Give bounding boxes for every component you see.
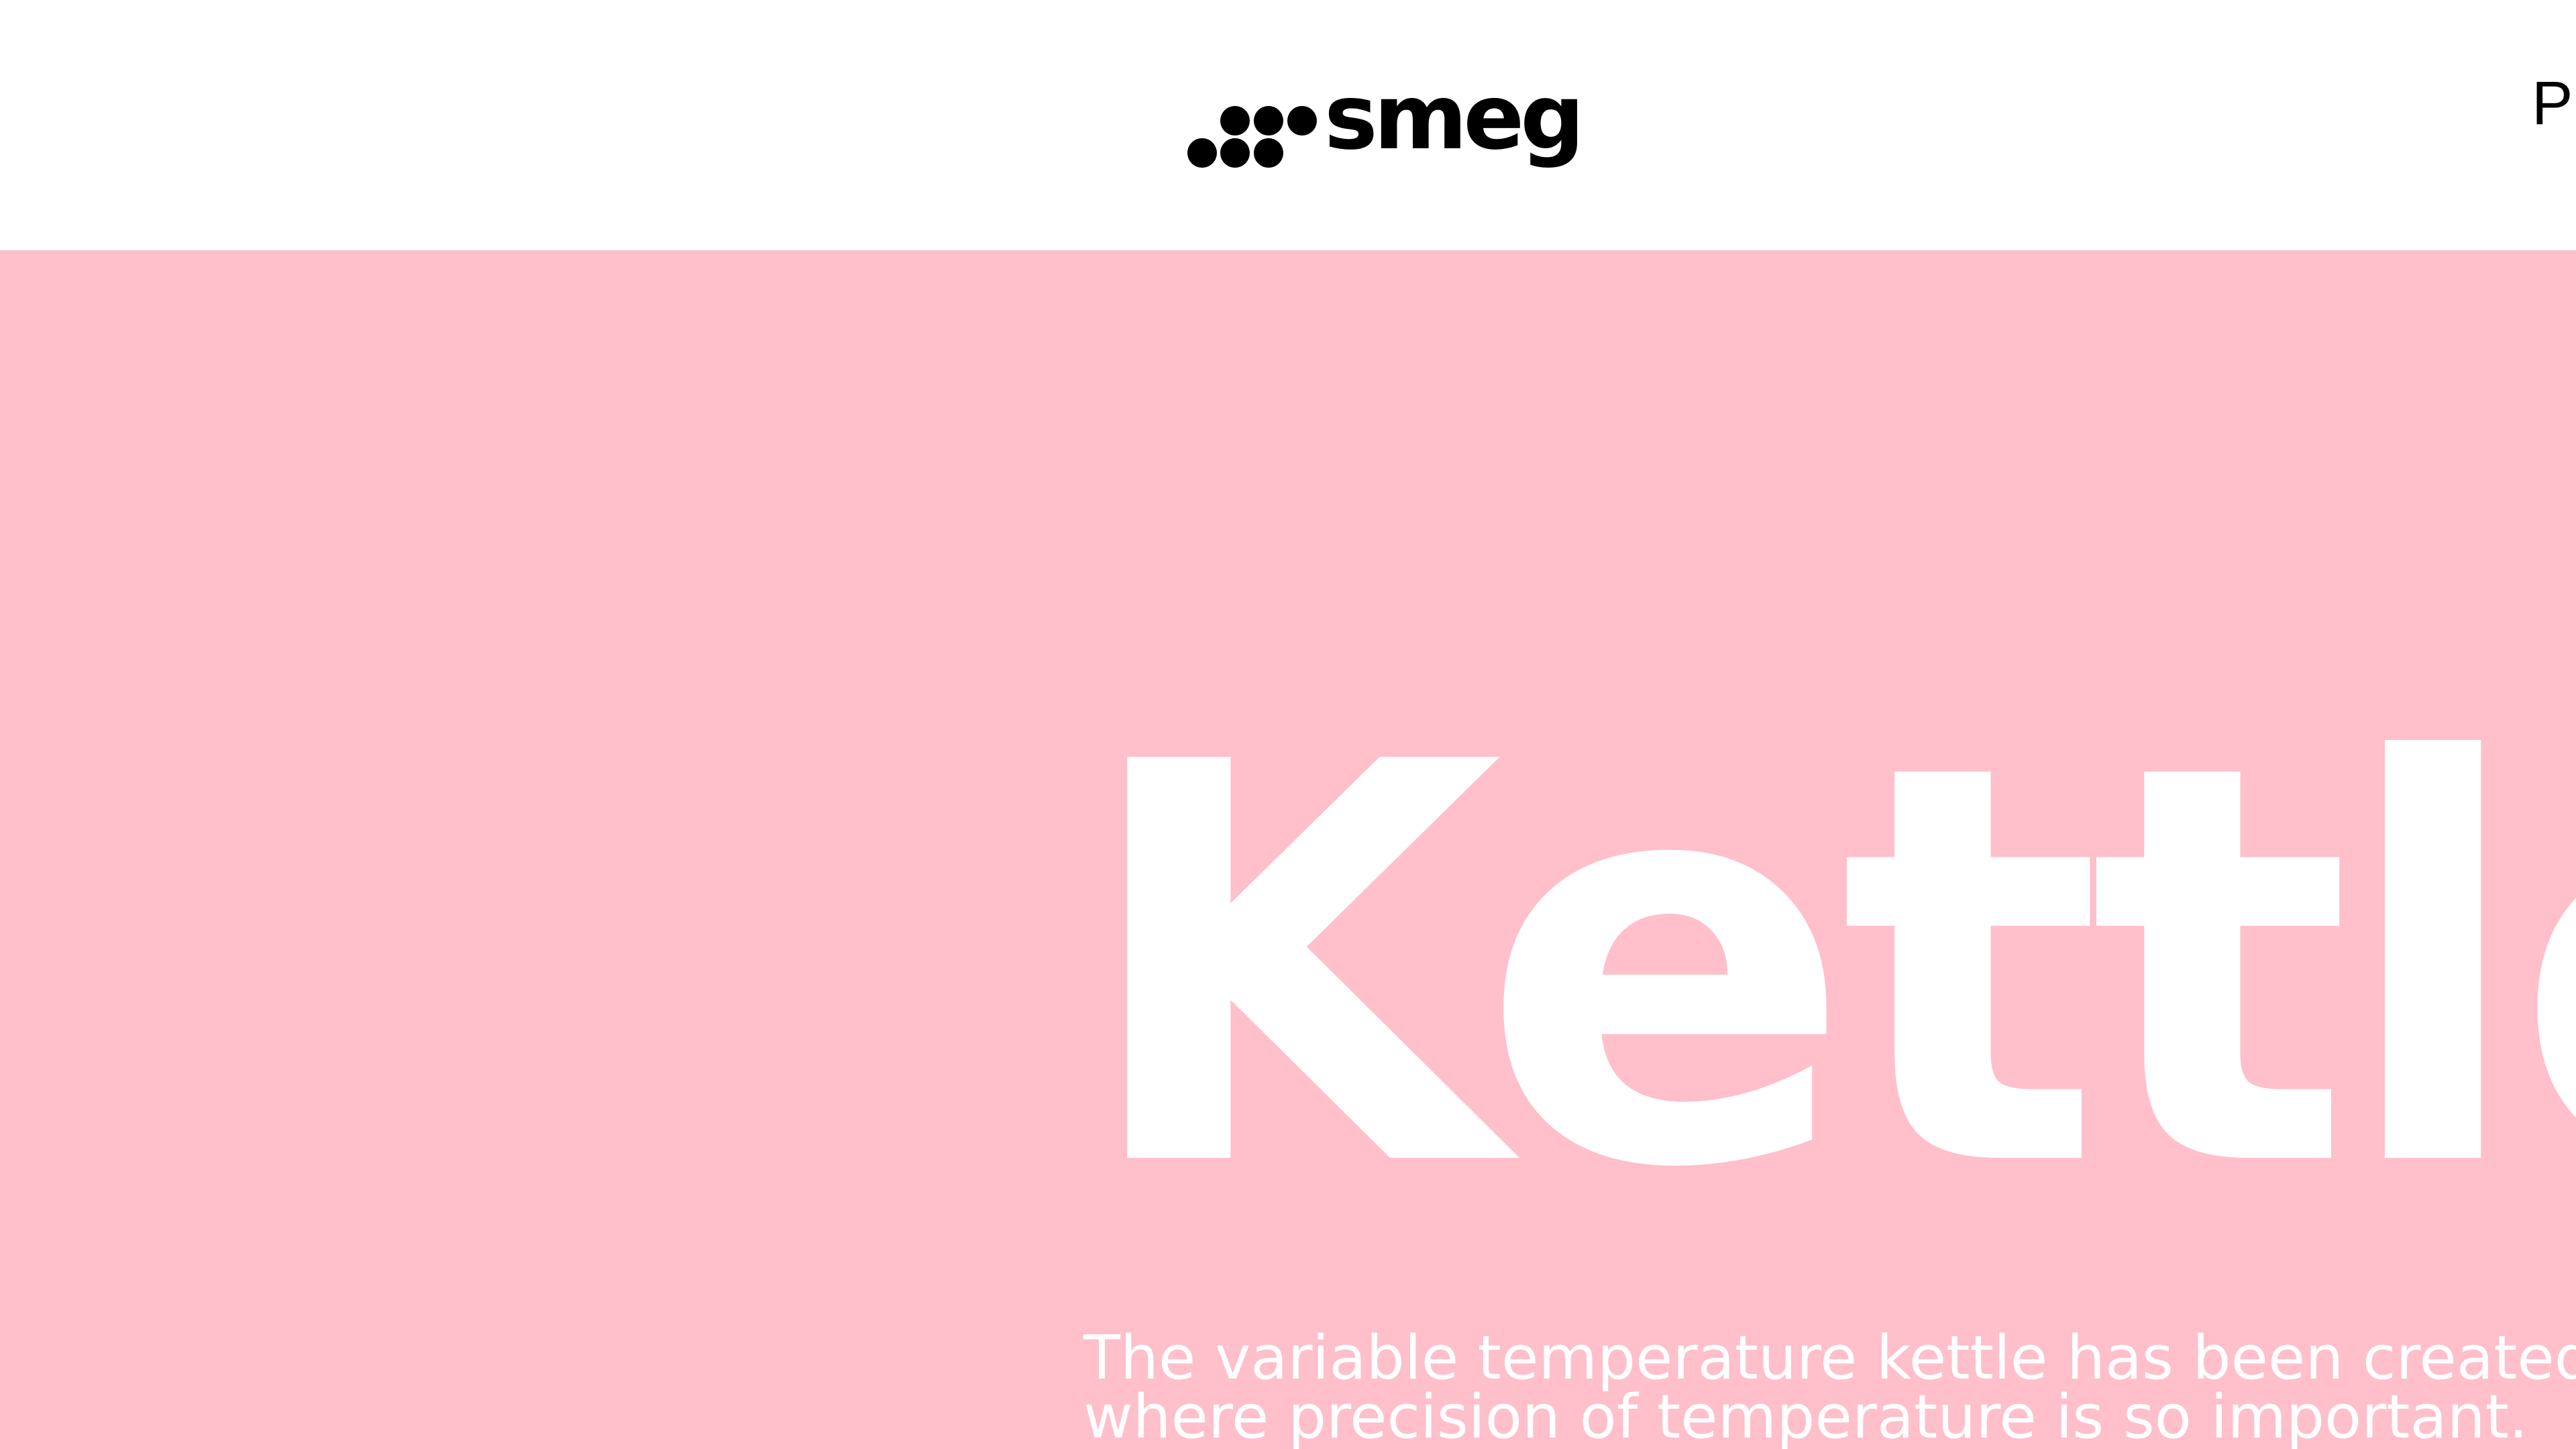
logo-dots-icon xyxy=(1187,106,1317,168)
nav-item-products[interactable]: PI xyxy=(2532,72,2576,134)
hero-description-line: The variable temperature kettle has been… xyxy=(1083,1323,2576,1393)
logo-wordmark: smeg xyxy=(1324,65,1585,170)
hero-description: The variable temperature kettle has been… xyxy=(1083,1323,2576,1449)
smeg-logo[interactable]: smeg xyxy=(1183,72,1585,169)
hero-section: Kettle The variable temperature kettle h… xyxy=(0,250,2576,1449)
site-header: smeg PI xyxy=(0,0,2576,250)
hero-title: Kettle xyxy=(1077,648,2576,1288)
hero-description-line: where precision of temperature is so imp… xyxy=(1083,1382,2528,1449)
